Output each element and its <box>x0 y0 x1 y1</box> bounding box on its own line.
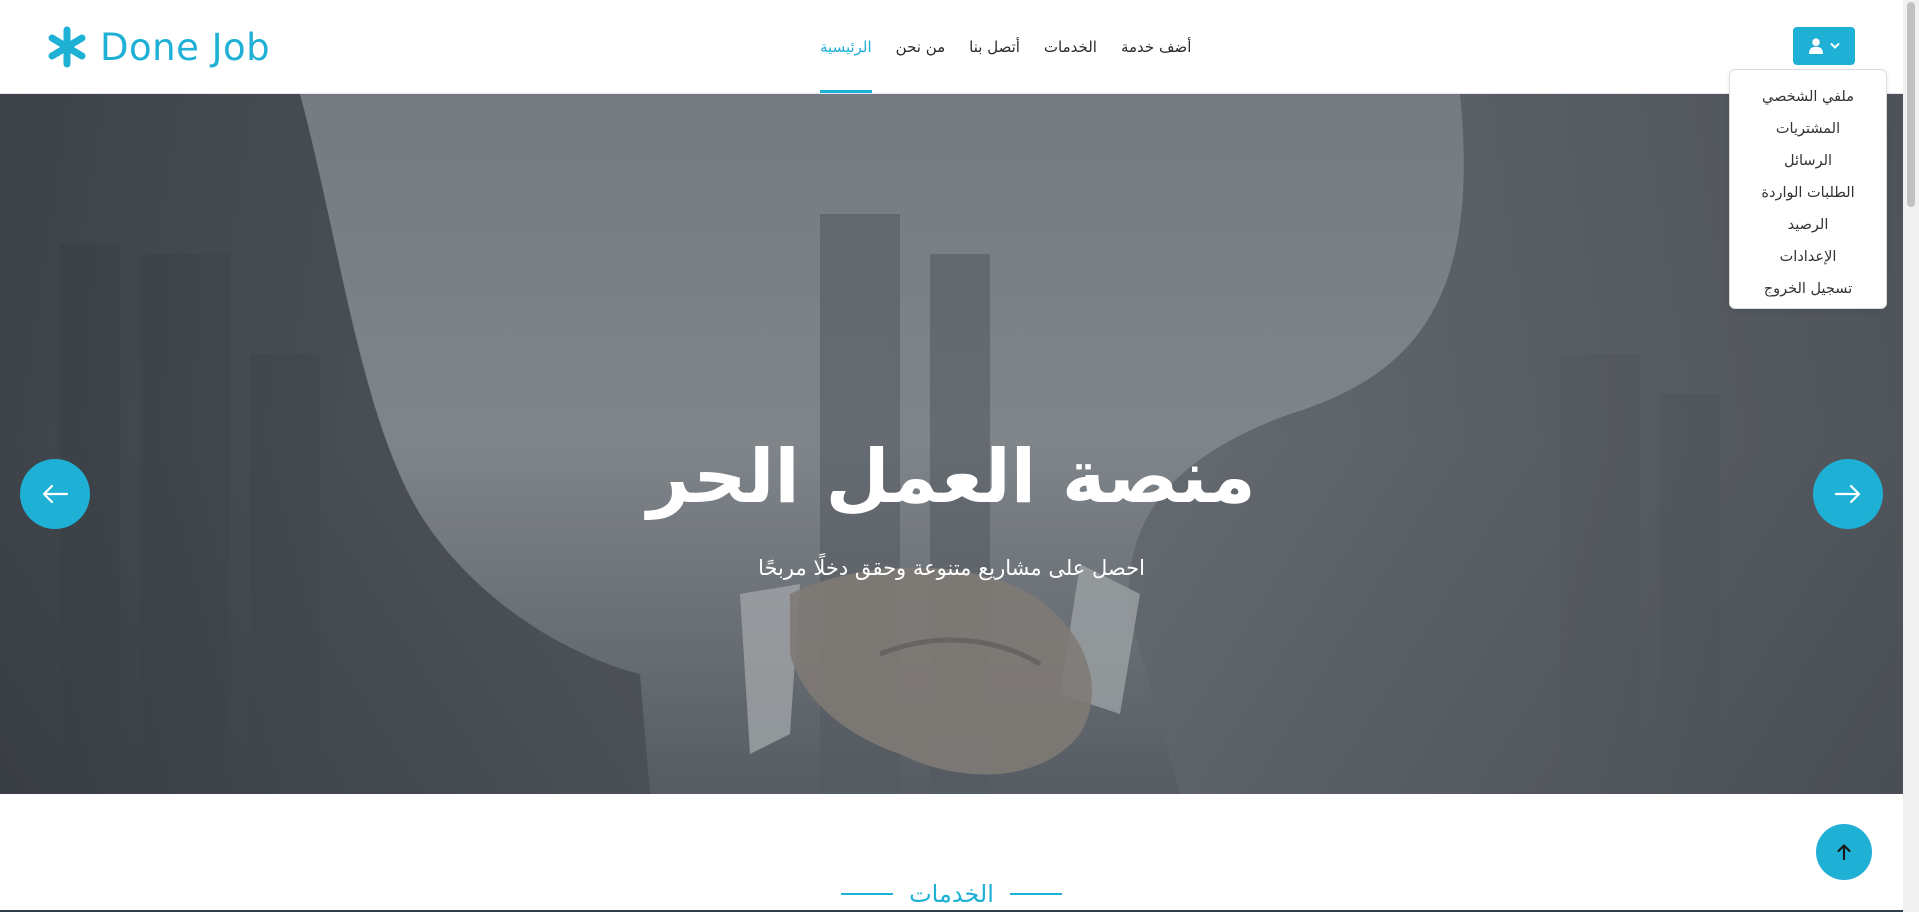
asterisk-icon <box>48 26 86 68</box>
user-icon <box>1808 38 1823 54</box>
menu-item-profile[interactable]: ملفي الشخصي <box>1730 81 1886 113</box>
menu-item-logout[interactable]: تسجيل الخروج <box>1730 273 1886 305</box>
hero-slider: منصة العمل الحر احصل على مشاريع متنوعة و… <box>0 94 1903 794</box>
nav-item-services[interactable]: الخدمات <box>1044 0 1097 93</box>
slider-next-button[interactable] <box>1813 459 1883 529</box>
page-scrollbar[interactable] <box>1903 0 1919 912</box>
arrow-left-icon <box>42 484 69 504</box>
user-dropdown-menu: ملفي الشخصي المشتريات الرسائل الطلبات ال… <box>1729 69 1887 309</box>
menu-item-messages[interactable]: الرسائل <box>1730 145 1886 177</box>
menu-item-incoming-orders[interactable]: الطلبات الواردة <box>1730 177 1886 209</box>
heading-divider-left <box>841 893 894 895</box>
hero-subtitle: احصل على مشاريع متنوعة وحقق دخلًا مربحًا <box>758 556 1145 580</box>
brand-name: Done Job <box>100 25 271 69</box>
nav-item-about[interactable]: من نحن <box>896 0 946 93</box>
menu-item-balance[interactable]: الرصيد <box>1730 209 1886 241</box>
brand-logo[interactable]: Done Job <box>46 24 270 70</box>
slider-prev-button[interactable] <box>20 459 90 529</box>
page: Done Job الرئيسية من نحن أتصل بنا الخدما… <box>0 0 1919 912</box>
nav-item-add-service[interactable]: أضف خدمة <box>1121 0 1191 93</box>
services-section-heading: الخدمات <box>0 880 1903 908</box>
nav-item-contact[interactable]: أتصل بنا <box>969 0 1020 93</box>
arrow-right-icon <box>1834 484 1861 504</box>
scroll-to-top-button[interactable] <box>1816 824 1872 880</box>
arrow-up-icon <box>1837 844 1851 861</box>
hero-title: منصة العمل الحر <box>647 434 1256 520</box>
menu-item-settings[interactable]: الإعدادات <box>1730 241 1886 273</box>
site-header: Done Job الرئيسية من نحن أتصل بنا الخدما… <box>0 0 1903 94</box>
section-title: الخدمات <box>909 880 994 908</box>
scrollbar-thumb[interactable] <box>1907 2 1915 207</box>
heading-divider-right <box>1009 893 1062 895</box>
nav-item-home[interactable]: الرئيسية <box>820 0 872 93</box>
menu-item-purchases[interactable]: المشتريات <box>1730 113 1886 145</box>
chevron-down-icon <box>1830 43 1839 49</box>
main-nav: الرئيسية من نحن أتصل بنا الخدمات أضف خدم… <box>820 0 1191 93</box>
user-menu-button[interactable] <box>1793 27 1855 65</box>
